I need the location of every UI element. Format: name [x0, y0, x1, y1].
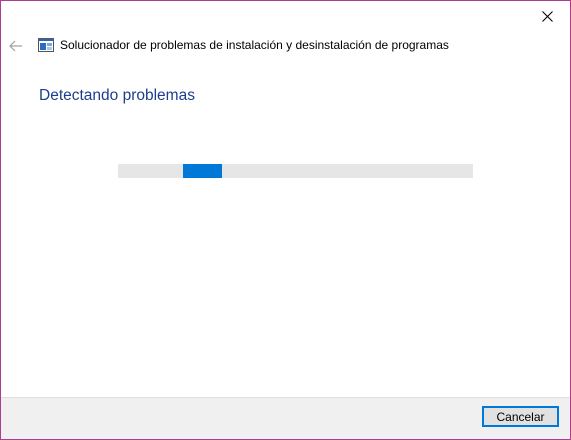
- close-button[interactable]: [532, 5, 562, 27]
- cancel-button[interactable]: Cancelar: [482, 406, 559, 427]
- troubleshooter-icon: [38, 38, 54, 52]
- back-button[interactable]: [7, 37, 25, 55]
- back-arrow-icon: [9, 40, 22, 52]
- footer-bar: Cancelar: [1, 397, 570, 439]
- page-heading: Detectando problemas: [39, 87, 195, 104]
- progress-bar: [118, 164, 473, 178]
- troubleshooter-window: Solucionador de problemas de instalación…: [0, 0, 571, 440]
- progress-indicator: [182, 164, 222, 178]
- window-title: Solucionador de problemas de instalación…: [60, 38, 449, 52]
- close-icon: [541, 10, 553, 22]
